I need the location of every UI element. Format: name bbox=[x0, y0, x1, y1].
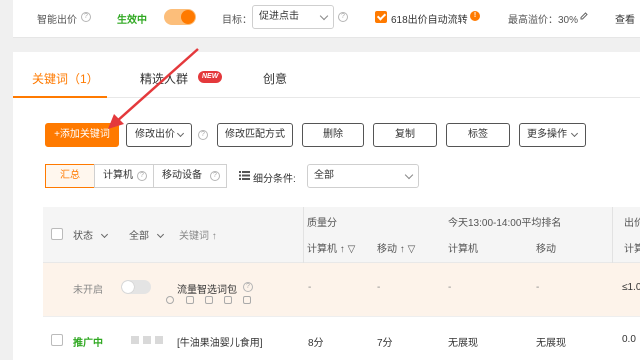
column-divider bbox=[612, 207, 613, 263]
tab-computer[interactable]: 计算机 ? bbox=[94, 164, 154, 188]
row-bid: 0.0 bbox=[622, 334, 636, 345]
search-icon[interactable] bbox=[186, 296, 194, 304]
chevron-down-icon bbox=[156, 230, 164, 239]
column-divider bbox=[303, 207, 304, 263]
rank-mobile-header: 移动 bbox=[536, 244, 556, 255]
quality-pc-label: 计算机 bbox=[307, 244, 337, 255]
bid-header: 出价 bbox=[624, 218, 640, 229]
row-rank-pc: 无展现 bbox=[448, 338, 478, 349]
filter-select-value: 全部 bbox=[314, 170, 334, 181]
status-header-label: 状态 bbox=[73, 231, 93, 242]
row-keyword: 流量智选词包 bbox=[177, 285, 237, 296]
rank-pc-header: 计算机 bbox=[448, 244, 478, 255]
filter-icon: ▽ bbox=[407, 244, 416, 255]
settings-icon[interactable] bbox=[166, 296, 174, 304]
row-quality-pc: - bbox=[308, 282, 312, 293]
row-rank-mobile: - bbox=[536, 282, 540, 293]
keyword-header[interactable]: 关键词 ↑ bbox=[179, 227, 217, 242]
bid-pc-header: 计算机 bbox=[624, 244, 640, 255]
row-rank-mobile: 无展现 bbox=[536, 338, 566, 349]
row-status: 未开启 bbox=[73, 285, 103, 296]
quality-mobile-header[interactable]: 移动 ↑ ▽ bbox=[377, 240, 415, 255]
avg-rank-header: 今天13:00-14:00平均排名 bbox=[448, 218, 562, 229]
select-all-checkbox[interactable] bbox=[51, 228, 63, 240]
masked-tag bbox=[131, 336, 139, 344]
tab-summary-label: 汇总 bbox=[60, 170, 80, 181]
help-icon: ? bbox=[210, 171, 220, 181]
row-quality-mobile: 7分 bbox=[377, 338, 393, 349]
filter-select[interactable]: 全部 bbox=[307, 164, 419, 188]
status-header[interactable]: 状态 bbox=[73, 227, 108, 242]
list-icon[interactable] bbox=[224, 296, 232, 304]
toggle-knob bbox=[122, 281, 134, 293]
all-filter-header[interactable]: 全部 bbox=[129, 227, 164, 242]
quality-mobile-label: 移动 bbox=[377, 244, 397, 255]
sort-icon: ↑ bbox=[339, 244, 345, 255]
row-status: 推广中 bbox=[73, 338, 103, 349]
masked-tag bbox=[155, 336, 163, 344]
masked-tag bbox=[143, 336, 151, 344]
row-toggle[interactable] bbox=[121, 280, 151, 294]
sort-icon: ↑ bbox=[399, 244, 405, 255]
filter-label: 细分条件: bbox=[253, 174, 296, 185]
all-filter-label: 全部 bbox=[129, 231, 149, 242]
quality-score-header: 质量分 bbox=[307, 218, 337, 229]
filter-icon: ▽ bbox=[347, 244, 356, 255]
tab-mobile[interactable]: 移动设备 ? bbox=[153, 164, 227, 188]
sort-icon: ↑ bbox=[211, 231, 217, 242]
keyword-header-label: 关键词 bbox=[179, 231, 209, 242]
help-icon: ? bbox=[137, 171, 147, 181]
chevron-down-icon bbox=[100, 230, 108, 239]
trash-icon[interactable] bbox=[243, 296, 251, 304]
help-icon[interactable]: ? bbox=[243, 282, 253, 292]
row-keyword[interactable]: [牛油果油婴儿食用] bbox=[177, 334, 263, 349]
chart-icon[interactable] bbox=[205, 296, 213, 304]
row-quality-pc: 8分 bbox=[308, 338, 324, 349]
list-filter-icon bbox=[239, 171, 250, 180]
row-rank-pc: - bbox=[448, 282, 452, 293]
quality-pc-header[interactable]: 计算机 ↑ ▽ bbox=[307, 240, 355, 255]
row-checkbox[interactable] bbox=[51, 334, 63, 346]
chevron-down-icon bbox=[404, 170, 414, 180]
tab-summary[interactable]: 汇总 bbox=[45, 164, 95, 188]
row-bid: ≤1.0 bbox=[622, 282, 640, 293]
row-quality-mobile: - bbox=[377, 282, 381, 293]
tab-mobile-label: 移动设备 bbox=[162, 170, 202, 181]
tab-computer-label: 计算机 bbox=[103, 170, 133, 181]
